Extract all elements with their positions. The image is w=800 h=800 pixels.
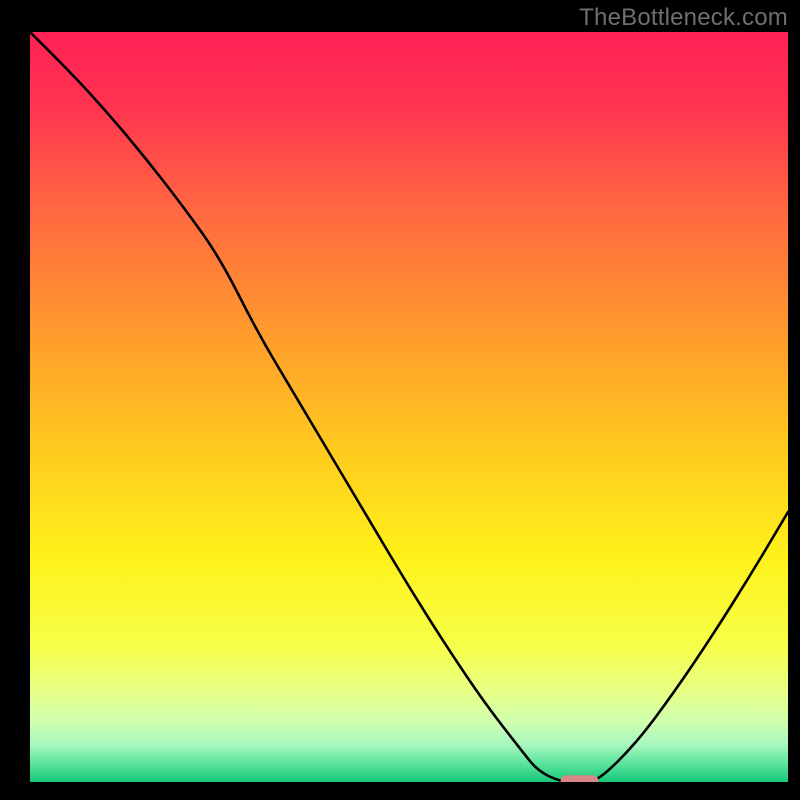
- highlight-marker: [561, 775, 599, 789]
- plot-background: [30, 32, 788, 782]
- chart-frame: TheBottleneck.com: [0, 0, 800, 800]
- bottleneck-plot: [0, 0, 800, 800]
